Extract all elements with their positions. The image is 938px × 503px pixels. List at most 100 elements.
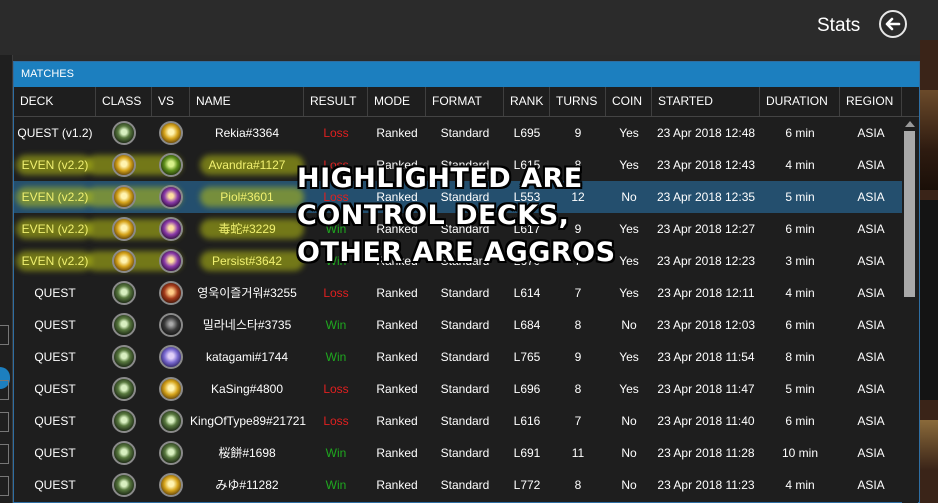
cell-region: ASIA (857, 318, 885, 332)
sidebar-edge-box (0, 325, 9, 345)
cell-region: ASIA (857, 126, 885, 140)
cell-name: 毒蛇#3229 (218, 222, 276, 236)
cell-rank: L684 (513, 318, 541, 332)
cell-duration: 5 min (785, 382, 815, 396)
table-row[interactable]: QUEST みゆ#11282 Win Ranked Standard L772 8 No 23 … (14, 469, 902, 501)
scroll-thumb[interactable] (904, 131, 915, 297)
paladin-icon (112, 153, 136, 177)
column-header-started[interactable]: STARTED (652, 87, 760, 116)
cell-mode: Ranked (376, 446, 418, 460)
column-header-result[interactable]: RESULT (304, 87, 368, 116)
sidebar-edge-box[interactable] (0, 412, 9, 432)
table-row[interactable]: QUEST KaSing#4800 Loss Ranked Standard L696 8 Y… (14, 373, 902, 405)
cell-turns: 8 (574, 478, 582, 492)
table-row[interactable]: QUEST (v1.2) Rekia#3364 Loss Ranked Standard… (14, 117, 902, 149)
cell-name: KaSing#4800 (210, 382, 284, 396)
back-button[interactable] (879, 10, 907, 38)
hunter-icon (159, 153, 183, 177)
column-header-vs[interactable]: VS (152, 87, 190, 116)
cell-rank: L765 (513, 350, 541, 364)
cell-result: Loss (323, 286, 349, 300)
table-row[interactable]: QUEST katagami#1744 Win Ranked Standard L765 9… (14, 341, 902, 373)
cell-region: ASIA (857, 414, 885, 428)
druid-icon (112, 409, 136, 433)
paladin-icon (112, 217, 136, 241)
column-header-row: DECK CLASS VS NAME RESULT MODE FORMAT RANK TURNS… (14, 87, 919, 117)
cell-region: ASIA (857, 478, 885, 492)
column-header-turns[interactable]: TURNS (550, 87, 606, 116)
cell-result: Loss (323, 382, 349, 396)
druid-icon (112, 345, 136, 369)
column-header-coin[interactable]: COIN (606, 87, 652, 116)
cell-rank: L616 (513, 414, 541, 428)
column-header-format[interactable]: FORMAT (426, 87, 504, 116)
cell-region: ASIA (857, 190, 885, 204)
left-sidebar-edge (0, 55, 13, 503)
art-fragment (920, 90, 938, 190)
cell-format: Standard (440, 126, 490, 140)
annotation-overlay: HIGHLIGHTED ARE CONTROL DECKS, OTHER ARE… (297, 160, 616, 271)
cell-duration: 3 min (785, 254, 815, 268)
cell-rank: L691 (513, 446, 541, 460)
cell-name: Avandra#1127 (208, 158, 286, 172)
art-fragment (920, 420, 938, 470)
cell-duration: 10 min (781, 446, 819, 460)
cell-duration: 6 min (785, 126, 815, 140)
cell-turns: 7 (574, 286, 582, 300)
druid-icon (159, 441, 183, 465)
scroll-up-arrow-icon[interactable] (905, 121, 915, 127)
paladin-icon (112, 249, 136, 273)
page-title: Stats (817, 15, 861, 36)
mage-icon (159, 345, 183, 369)
druid-icon (112, 121, 136, 145)
art-fragment (920, 200, 938, 400)
cell-deck: QUEST (34, 382, 76, 396)
cell-duration: 4 min (785, 478, 815, 492)
column-header-class[interactable]: CLASS (96, 87, 152, 116)
table-row[interactable]: QUEST 영욱이즐거워#3255 Loss Ranked Standard L614 7 Y… (14, 277, 902, 309)
cell-duration: 6 min (785, 222, 815, 236)
sidebar-edge-box[interactable] (0, 380, 9, 400)
column-header-name[interactable]: NAME (190, 87, 304, 116)
arrow-left-icon (885, 17, 901, 31)
background-art-edge (920, 40, 938, 503)
warlock-icon (159, 217, 183, 241)
sidebar-edge-box[interactable] (0, 476, 9, 496)
column-header-mode[interactable]: MODE (368, 87, 426, 116)
column-header-region[interactable]: REGION (840, 87, 902, 116)
column-header-rank[interactable]: RANK (504, 87, 550, 116)
cell-region: ASIA (857, 158, 885, 172)
overlay-line: CONTROL DECKS, (297, 200, 570, 231)
cell-format: Standard (440, 478, 490, 492)
cell-mode: Ranked (376, 286, 418, 300)
sidebar-edge-box[interactable] (0, 444, 9, 464)
cell-started: 23 Apr 2018 11:47 (657, 382, 755, 396)
cell-mode: Ranked (376, 414, 418, 428)
druid-icon (112, 441, 136, 465)
matches-panel-header: MATCHES (14, 62, 919, 87)
cell-deck: QUEST (34, 446, 76, 460)
cell-format: Standard (440, 446, 490, 460)
cell-rank: L614 (513, 286, 541, 300)
top-bar: Stats (0, 0, 938, 55)
druid-icon (112, 313, 136, 337)
column-header-deck[interactable]: DECK (14, 87, 96, 116)
cell-started: 23 Apr 2018 12:23 (656, 254, 756, 268)
cell-format: Standard (440, 414, 490, 428)
table-row[interactable]: QUEST 桜餅#1698 Win Ranked Standard L691 11 No 23 … (14, 437, 902, 469)
cell-started: 23 Apr 2018 12:27 (656, 222, 756, 236)
column-header-duration[interactable]: DURATION (760, 87, 840, 116)
cell-result: Win (325, 478, 347, 492)
cell-result: Win (325, 350, 347, 364)
druid-icon (112, 281, 136, 305)
vertical-scrollbar[interactable] (902, 117, 918, 503)
cell-format: Standard (440, 318, 490, 332)
cell-coin: No (621, 414, 637, 428)
table-row[interactable]: QUEST 밀라네스타#3735 Win Ranked Standard L684 8 No 2… (14, 309, 902, 341)
cell-name: Persist#3642 (211, 254, 283, 268)
cell-name: Rekia#3364 (214, 126, 280, 140)
cell-region: ASIA (857, 350, 885, 364)
cell-name: 桜餅#1698 (218, 446, 276, 460)
warrior-icon (159, 281, 183, 305)
table-row[interactable]: QUEST KingOfType89#21721 Loss Ranked Standar… (14, 405, 902, 437)
